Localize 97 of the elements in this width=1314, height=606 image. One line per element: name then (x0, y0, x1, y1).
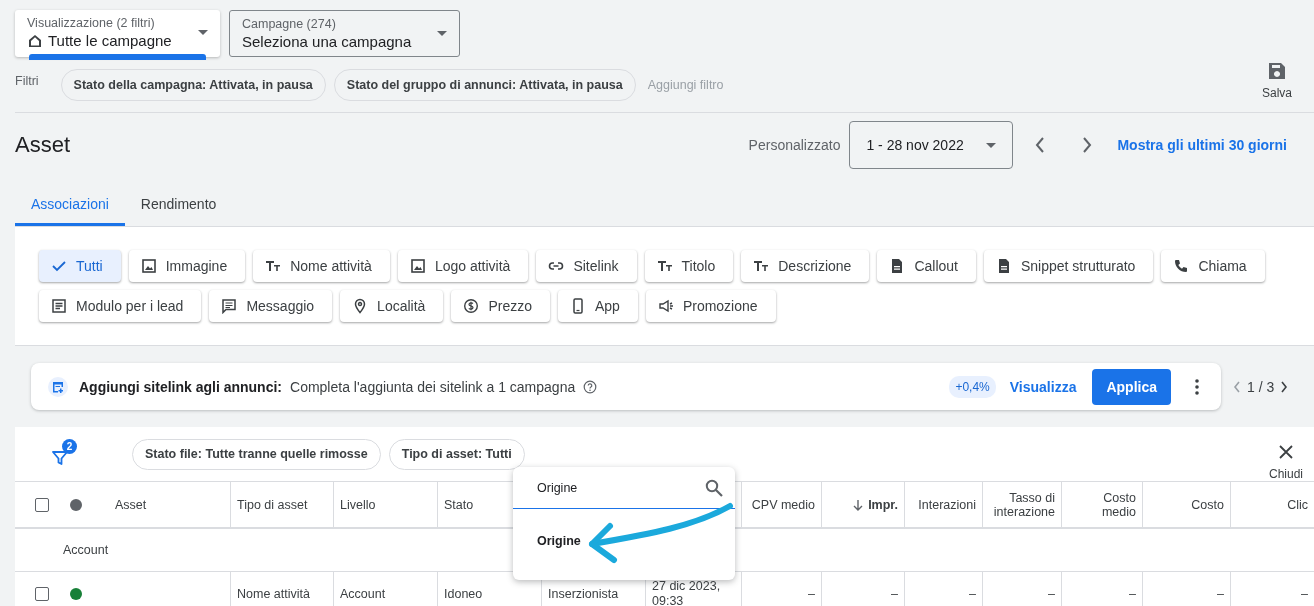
save-button[interactable]: Salva (1261, 62, 1292, 100)
table-cell: – (1301, 587, 1308, 601)
asset-type-chip[interactable]: Logo attività (397, 250, 529, 282)
phone-icon (1173, 258, 1190, 274)
table-cell: Account (340, 587, 386, 601)
asset-type-chip[interactable]: Sitelink (536, 250, 637, 282)
asset-type-chip[interactable]: Modulo per i lead (39, 290, 202, 322)
text-format-icon (753, 258, 770, 274)
caret-icon (437, 31, 447, 36)
status-dot (70, 498, 82, 511)
asset-type-chip[interactable]: Prezzo (451, 290, 550, 322)
table-cell: – (891, 587, 898, 601)
asset-type-chip[interactable]: Immagine (128, 250, 246, 282)
search-icon (705, 478, 723, 497)
asset-type-chip[interactable]: Callout (877, 250, 976, 282)
table-cell: Nome attività (237, 587, 310, 601)
save-icon (1268, 62, 1286, 80)
text-format-icon (265, 258, 282, 274)
column-header[interactable]: Interazioni (918, 497, 976, 512)
page-title: Asset (15, 132, 71, 158)
close-icon (1279, 445, 1293, 459)
column-header[interactable]: Costo medio (1068, 490, 1136, 519)
sitelink-icon (48, 376, 68, 397)
table-cell: – (1217, 587, 1224, 601)
checkbox[interactable] (35, 587, 49, 601)
checkbox[interactable] (35, 497, 49, 512)
column-header[interactable]: Tasso di interazione (989, 490, 1055, 519)
table-cell: Idoneo (444, 587, 483, 601)
table-cell-text: 27 dic 2023, 09:33 (652, 579, 722, 606)
megaphone-icon (657, 298, 674, 314)
search-result-option[interactable]: Origine (513, 509, 735, 548)
asset-type-chip[interactable]: Tutti (39, 250, 121, 282)
filter-icon[interactable] (52, 450, 68, 466)
close-button[interactable]: Chiudi (1268, 445, 1303, 481)
date-range-dropdown[interactable]: 1 - 28 nov 2022 (849, 121, 1014, 169)
table-cell: – (969, 587, 976, 601)
caret-icon (198, 30, 208, 35)
table-cell: – (1048, 587, 1055, 601)
more-options-icon[interactable] (1195, 378, 1199, 395)
asset-type-chip[interactable]: Descrizione (741, 250, 870, 282)
filter-count-badge: 2 (62, 439, 77, 454)
column-header[interactable]: Tipo di asset (237, 497, 308, 512)
dropdown-value: Seleziona una campagna (242, 33, 412, 50)
asset-type-chip[interactable]: Titolo (644, 250, 734, 282)
image-icon (409, 258, 426, 274)
uplift-badge: +0,4% (949, 375, 996, 398)
column-header[interactable]: Livello (340, 497, 376, 512)
asset-type-chip[interactable]: Località (340, 290, 444, 322)
asset-type-chip[interactable]: Promozione (645, 290, 776, 322)
image-icon (140, 258, 157, 274)
chevron-right-icon[interactable] (1082, 137, 1093, 153)
dropdown-label: Campagne (274) (242, 17, 337, 31)
document-icon (996, 258, 1012, 274)
check-icon (51, 258, 67, 274)
column-header[interactable]: Costo (1191, 497, 1224, 512)
column-header[interactable]: Clic (1287, 497, 1308, 512)
search-field[interactable]: Origine (513, 467, 735, 509)
asset-type-chip[interactable]: Messaggio (209, 290, 333, 322)
filter-chip[interactable]: Stato file: Tutte tranne quelle rimosse (132, 438, 381, 470)
table-cell: – (1129, 587, 1136, 601)
chevron-right-icon[interactable] (1280, 380, 1289, 393)
filter-chip[interactable]: Stato del gruppo di annunci: Attivata, in pausa (333, 69, 636, 101)
date-preset-label: Personalizzato (748, 137, 841, 153)
page-counter: 1 / 3 (1247, 378, 1275, 395)
sort-down-icon[interactable] (852, 498, 865, 511)
last-30-days-link[interactable]: Mostra gli ultimi 30 giorni (1117, 137, 1287, 153)
campaign-dropdown[interactable]: Campagne (274) Seleziona una campagna (229, 10, 460, 57)
caret-icon (986, 142, 997, 148)
list-icon (51, 298, 67, 314)
help-icon[interactable] (583, 379, 598, 394)
filter-chip[interactable]: Stato della campagna: Attivata, in pausa (60, 69, 326, 101)
asset-type-chip[interactable]: Chiama (1161, 250, 1265, 282)
asset-type-chip[interactable]: App (557, 290, 638, 322)
view-dropdown[interactable]: Visualizzazione (2 filtri) Tutte le campagne (15, 10, 220, 57)
column-header[interactable]: Impr. (868, 497, 898, 512)
chat-icon (221, 298, 238, 314)
recommendation-title: Aggiungi sitelink agli annunci: (79, 378, 282, 395)
group-label: Account (63, 543, 109, 557)
chevron-left-icon[interactable] (1035, 137, 1046, 153)
apply-button[interactable]: Applica (1092, 368, 1171, 405)
column-header[interactable]: Stato (444, 497, 474, 512)
tab[interactable]: Rendimento (124, 185, 233, 226)
table-cell: Inserzionista (548, 587, 619, 601)
asset-type-chip[interactable]: Nome attività (253, 250, 390, 282)
dollar-icon (463, 298, 480, 314)
filter-chip[interactable]: Tipo di asset: Tutti (388, 438, 525, 470)
dropdown-value: Tutte le campagne (48, 32, 172, 49)
store-icon (27, 32, 43, 49)
filters-label: Filtri (15, 74, 39, 88)
recommendation-text: Completa l'aggiunta dei sitelink a 1 campagna (290, 378, 576, 395)
text-format-icon (656, 258, 673, 274)
asset-type-chip[interactable]: Snippet strutturato (984, 250, 1154, 282)
column-header[interactable]: CPV medio (751, 497, 815, 512)
dropdown-label: Visualizzazione (2 filtri) (27, 16, 156, 30)
view-button[interactable]: Visualizza (1003, 377, 1083, 396)
table-cell: – (808, 587, 815, 601)
column-header[interactable]: Asset (115, 497, 147, 512)
